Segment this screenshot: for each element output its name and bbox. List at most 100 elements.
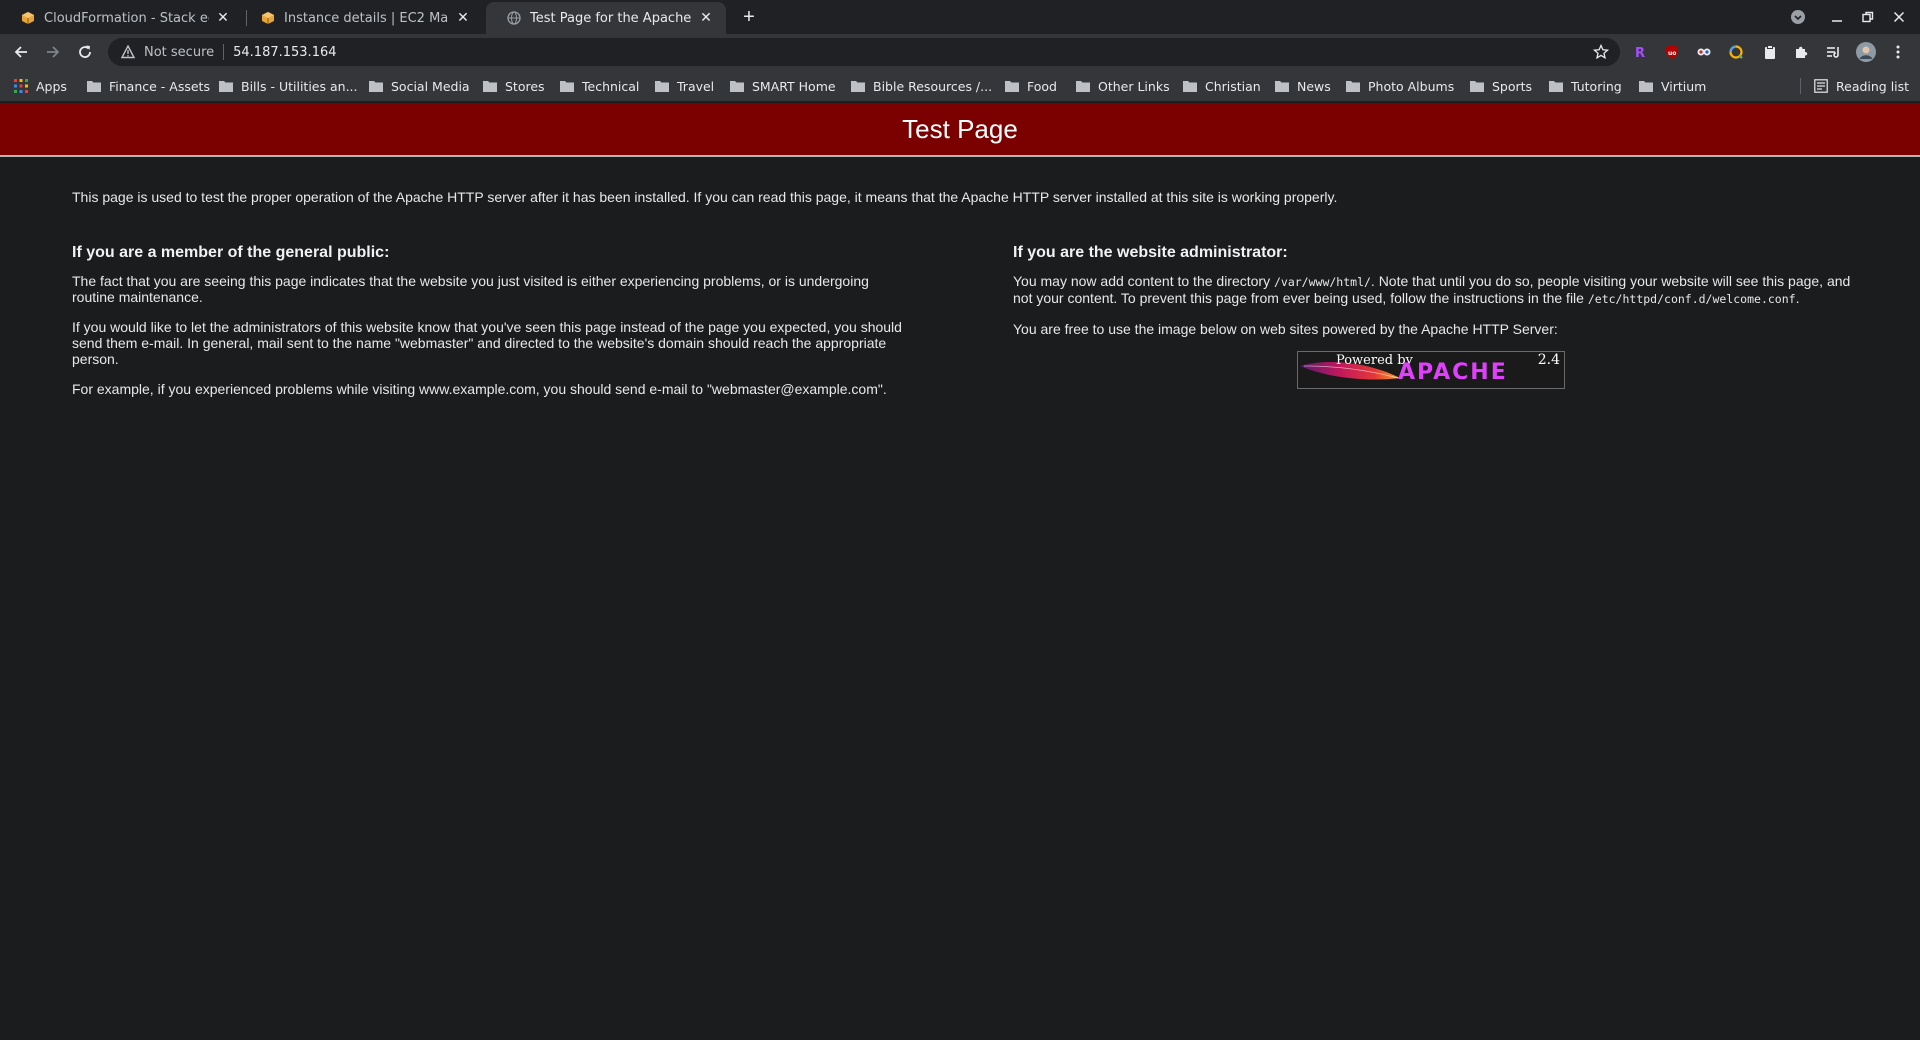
bookmark-label: Finance - Assets	[109, 78, 210, 94]
bookmark-folder[interactable]: Travel	[654, 76, 714, 96]
close-window-icon[interactable]	[1887, 4, 1911, 30]
text-segment: .	[1795, 290, 1800, 306]
bookmark-folder[interactable]: Photo Albums	[1345, 76, 1454, 96]
bookmark-folder[interactable]: SMART Home	[729, 76, 836, 96]
bookmark-folder[interactable]: Christian	[1182, 76, 1261, 96]
folder-icon	[1274, 78, 1290, 94]
bookmark-folder[interactable]: News	[1274, 76, 1331, 96]
bookmarks-divider	[1800, 78, 1801, 94]
badge-version: 2.4	[1537, 352, 1560, 368]
forward-button[interactable]	[39, 38, 67, 66]
admin-paragraph-1: You may now add content to the directory…	[1013, 273, 1851, 307]
address-bar[interactable]: Not secure 54.187.153.164	[108, 38, 1620, 66]
intro-text: This page is used to test the proper ope…	[72, 189, 1338, 205]
bookmarks-bar: Apps Finance - Assets Bills - Utilities …	[0, 70, 1920, 102]
close-tab-icon[interactable]: ✕	[698, 10, 714, 26]
text-segment: You may now add content to the directory	[1013, 273, 1274, 289]
bookmark-label: Apps	[36, 78, 67, 94]
tab-title: Instance details | EC2 Manage	[284, 10, 449, 26]
folder-icon	[368, 78, 384, 94]
bookmark-label: Social Media	[391, 78, 470, 94]
public-paragraph-2: If you would like to let the administrat…	[72, 319, 902, 367]
folder-icon	[559, 78, 575, 94]
reload-icon	[79, 45, 91, 58]
bookmark-label: Bills - Utilities an...	[241, 78, 358, 94]
extension-eyes-icon[interactable]	[1694, 42, 1714, 62]
bookmark-label: Tutoring	[1571, 78, 1622, 94]
reload-button[interactable]	[71, 38, 99, 66]
extensions-puzzle-icon[interactable]	[1791, 42, 1811, 62]
extension-r-icon[interactable]: R	[1630, 42, 1650, 62]
bookmark-folder[interactable]: Other Links	[1075, 76, 1170, 96]
bookmark-label: Sports	[1492, 78, 1533, 94]
bookmark-label: Technical	[582, 78, 640, 94]
close-tab-icon[interactable]: ✕	[455, 10, 471, 26]
bookmark-folder[interactable]: Finance - Assets	[86, 76, 210, 96]
folder-icon	[1638, 78, 1654, 94]
security-label[interactable]: Not secure	[144, 45, 214, 60]
folder-icon	[86, 78, 102, 94]
more-menu-icon[interactable]	[1888, 42, 1908, 62]
apps-grid-icon	[13, 78, 29, 94]
profile-avatar[interactable]	[1856, 42, 1876, 62]
back-arrow-icon	[14, 46, 27, 58]
restore-icon[interactable]	[1856, 4, 1880, 30]
bookmark-folder[interactable]: Tutoring	[1548, 76, 1622, 96]
reading-list-button[interactable]: Reading list	[1813, 76, 1909, 96]
tab-strip: CloudFormation - Stack ec2-s ✕ Instance …	[0, 0, 1920, 34]
tab-title: Test Page for the Apache HTT	[530, 10, 692, 26]
back-button[interactable]	[7, 38, 35, 66]
web-page: Test Page This page is used to test the …	[0, 103, 1920, 1040]
bookmark-folder[interactable]: Food	[1004, 76, 1057, 96]
tab-title: CloudFormation - Stack ec2-s	[44, 10, 209, 26]
tab-search-icon[interactable]	[1786, 4, 1810, 30]
bookmark-folder[interactable]: Stores	[482, 76, 545, 96]
svg-text:R: R	[1635, 46, 1645, 60]
folder-icon	[1182, 78, 1198, 94]
tab-test-page[interactable]: Test Page for the Apache HTT ✕	[486, 2, 726, 34]
bookmark-label: SMART Home	[752, 78, 836, 94]
bookmark-label: Travel	[677, 78, 715, 94]
page-title: Test Page	[902, 113, 1018, 144]
globe-icon	[506, 10, 522, 26]
url-text[interactable]: 54.187.153.164	[233, 45, 336, 60]
tab-instance-details[interactable]: Instance details | EC2 Manage ✕	[240, 2, 483, 34]
bookmark-folder[interactable]: Virtium	[1638, 76, 1706, 96]
bookmark-star-icon[interactable]	[1592, 43, 1610, 61]
powered-by-apache-badge: Powered by 2.4 APACHE	[1297, 351, 1565, 389]
clipboard-icon[interactable]	[1760, 42, 1780, 62]
bookmark-folder[interactable]: Technical	[559, 76, 639, 96]
folder-icon	[850, 78, 866, 94]
admin-heading: If you are the website administrator:	[1013, 244, 1288, 261]
bookmark-label: Virtium	[1661, 78, 1707, 94]
folder-icon	[1345, 78, 1361, 94]
bookmark-label: Bible Resources /...	[873, 78, 993, 94]
close-tab-icon[interactable]: ✕	[215, 10, 231, 26]
divider	[223, 44, 225, 60]
bookmark-label: Other Links	[1098, 78, 1170, 94]
folder-icon	[218, 78, 234, 94]
tab-cloudformation[interactable]: CloudFormation - Stack ec2-s ✕	[0, 2, 243, 34]
aws-cube-icon	[260, 10, 276, 26]
public-heading: If you are a member of the general publi…	[72, 244, 390, 261]
folder-icon	[1469, 78, 1485, 94]
bookmark-label: News	[1297, 78, 1331, 94]
warning-icon[interactable]	[120, 44, 136, 60]
bookmark-label: Stores	[505, 78, 545, 94]
svg-text:uo: uo	[1668, 50, 1676, 57]
media-queue-icon[interactable]	[1823, 42, 1843, 62]
admin-section: If you are the website administrator: Yo…	[1013, 245, 1851, 389]
new-tab-button[interactable]: +	[737, 5, 761, 29]
bookmark-folder[interactable]: Social Media	[368, 76, 470, 96]
folder-icon	[1548, 78, 1564, 94]
minimize-icon[interactable]	[1825, 4, 1849, 30]
ublock-icon[interactable]: uo	[1662, 42, 1682, 62]
bookmark-label: Food	[1027, 78, 1057, 94]
folder-icon	[1004, 78, 1020, 94]
bookmark-folder[interactable]: Bills - Utilities an...	[218, 76, 358, 96]
bookmark-folder[interactable]: Bible Resources /...	[850, 76, 992, 96]
public-paragraph-1: The fact that you are seeing this page i…	[72, 273, 869, 305]
bookmark-apps[interactable]: Apps	[13, 76, 67, 96]
extension-q-icon[interactable]	[1726, 42, 1746, 62]
bookmark-folder[interactable]: Sports	[1469, 76, 1532, 96]
